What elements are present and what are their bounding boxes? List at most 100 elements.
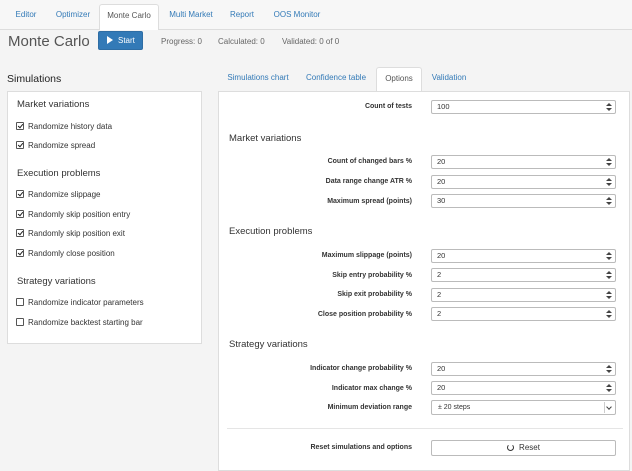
checkbox-label: Randomize backtest starting bar	[28, 318, 143, 327]
count-changed-bars-label: Count of changed bars %	[327, 158, 412, 165]
maximum-spread-label: Maximum spread (points)	[327, 198, 412, 205]
checkbox-skip-position-entry[interactable]: Randomly skip position entry	[16, 210, 130, 219]
spinner-icon[interactable]	[606, 271, 612, 279]
field-value: 2	[437, 270, 442, 279]
data-range-change-label: Data range change ATR %	[325, 178, 412, 185]
checkbox-checked-icon[interactable]	[16, 141, 24, 149]
checkbox-close-position[interactable]: Randomly close position	[16, 249, 115, 258]
refresh-icon	[507, 444, 515, 451]
checkbox-label: Randomly skip position exit	[28, 229, 125, 238]
count-changed-bars-input[interactable]: 20	[431, 155, 616, 169]
tab-validation[interactable]: Validation	[424, 67, 474, 89]
tab-optimizer[interactable]: Optimizer	[50, 4, 96, 30]
validated-status: Validated: 0 of 0	[282, 37, 340, 46]
field-value: 20	[437, 157, 446, 166]
checkbox-label: Randomize spread	[28, 141, 96, 150]
checkbox-randomize-indicator-parameters[interactable]: Randomize indicator parameters	[16, 298, 144, 307]
count-of-tests-value: 100	[437, 102, 450, 111]
tab-simulations-chart[interactable]: Simulations chart	[220, 67, 296, 89]
indicator-max-change-label: Indicator max change %	[331, 385, 412, 392]
reset-button-label: Reset	[519, 443, 540, 452]
page-title: Monte Carlo	[8, 33, 90, 50]
calculated-status: Calculated: 0	[218, 37, 265, 46]
spinner-icon[interactable]	[606, 252, 612, 260]
field-value: 2	[437, 309, 442, 318]
tab-confidence-table[interactable]: Confidence table	[300, 67, 372, 89]
select-value: ± 20 steps	[438, 404, 471, 411]
checkbox-skip-position-exit[interactable]: Randomly skip position exit	[16, 229, 125, 238]
skip-entry-probability-label: Skip entry probability %	[332, 272, 412, 279]
group-strategy-variations: Strategy variations	[17, 276, 96, 287]
spinner-icon[interactable]	[606, 158, 612, 166]
checkbox-checked-icon[interactable]	[16, 210, 24, 218]
tab-report[interactable]: Report	[225, 4, 259, 30]
field-value: 2	[437, 290, 442, 299]
divider	[227, 428, 623, 429]
spinner-icon[interactable]	[606, 291, 612, 299]
checkbox-label: Randomly skip position entry	[28, 210, 131, 219]
checkbox-unchecked-icon[interactable]	[16, 298, 24, 306]
top-navigation: Editor Optimizer Monte Carlo Multi Marke…	[0, 0, 632, 31]
reset-label: Reset simulations and options	[310, 444, 412, 451]
count-of-tests-label: Count of tests	[364, 103, 412, 110]
start-button[interactable]: Start	[98, 31, 143, 50]
spinner-icon[interactable]	[606, 197, 612, 205]
checkbox-checked-icon[interactable]	[16, 229, 24, 237]
indicator-change-probability-label: Indicator change probability %	[310, 365, 412, 372]
field-value: 20	[437, 364, 446, 373]
checkbox-randomize-history-data[interactable]: Randomize history data	[16, 122, 112, 131]
close-position-probability-input[interactable]: 2	[431, 307, 616, 321]
checkbox-randomize-spread[interactable]: Randomize spread	[16, 141, 95, 150]
checkbox-label: Randomize slippage	[28, 190, 101, 199]
tab-options[interactable]: Options	[376, 67, 422, 92]
checkbox-label: Randomize indicator parameters	[28, 298, 144, 307]
group-execution-problems: Execution problems	[17, 168, 101, 179]
spinner-icon[interactable]	[606, 310, 612, 318]
checkbox-label: Randomize history data	[28, 122, 113, 131]
start-button-label: Start	[118, 36, 135, 45]
tab-editor[interactable]: Editor	[8, 4, 44, 30]
tab-multi-market[interactable]: Multi Market	[163, 4, 219, 30]
checkbox-unchecked-icon[interactable]	[16, 318, 24, 326]
close-position-probability-label: Close position probability %	[317, 311, 412, 318]
simulations-panel: Market variations Randomize history data…	[7, 91, 202, 344]
field-value: 20	[437, 177, 446, 186]
minimum-deviation-range-select[interactable]: ± 20 steps	[431, 400, 616, 415]
play-icon	[107, 36, 113, 44]
skip-exit-probability-input[interactable]: 2	[431, 288, 616, 302]
data-range-change-input[interactable]: 20	[431, 175, 616, 189]
spinner-icon[interactable]	[606, 103, 612, 111]
maximum-slippage-input[interactable]: 20	[431, 249, 616, 263]
simulations-heading: Simulations	[7, 73, 62, 85]
indicator-change-probability-input[interactable]: 20	[431, 362, 616, 376]
maximum-spread-input[interactable]: 30	[431, 194, 616, 208]
section-execution-problems: Execution problems	[229, 226, 313, 237]
tab-monte-carlo[interactable]: Monte Carlo	[99, 4, 159, 31]
reset-button[interactable]: Reset	[431, 440, 616, 456]
skip-entry-probability-input[interactable]: 2	[431, 268, 616, 282]
maximum-slippage-label: Maximum slippage (points)	[321, 252, 412, 259]
checkbox-label: Randomly close position	[28, 249, 115, 258]
count-of-tests-input[interactable]: 100	[431, 100, 616, 114]
spinner-icon[interactable]	[606, 178, 612, 186]
spinner-icon[interactable]	[606, 365, 612, 373]
spinner-icon[interactable]	[606, 384, 612, 392]
progress-status: Progress: 0	[161, 37, 202, 46]
checkbox-checked-icon[interactable]	[16, 190, 24, 198]
checkbox-checked-icon[interactable]	[16, 249, 24, 257]
group-market-variations: Market variations	[17, 99, 90, 110]
skip-exit-probability-label: Skip exit probability %	[337, 291, 412, 298]
options-panel: Count of tests 100 Market variations Cou…	[218, 91, 630, 471]
checkbox-randomize-backtest-starting-bar[interactable]: Randomize backtest starting bar	[16, 318, 143, 327]
chevron-down-icon[interactable]	[604, 402, 614, 413]
field-value: 30	[437, 196, 446, 205]
field-value: 20	[437, 251, 446, 260]
checkbox-randomize-slippage[interactable]: Randomize slippage	[16, 190, 101, 199]
section-market-variations: Market variations	[229, 133, 302, 144]
section-strategy-variations: Strategy variations	[229, 339, 308, 350]
tab-oos-monitor[interactable]: OOS Monitor	[265, 4, 329, 30]
minimum-deviation-range-label: Minimum deviation range	[327, 404, 412, 411]
field-value: 20	[437, 383, 446, 392]
checkbox-checked-icon[interactable]	[16, 122, 24, 130]
indicator-max-change-input[interactable]: 20	[431, 381, 616, 395]
